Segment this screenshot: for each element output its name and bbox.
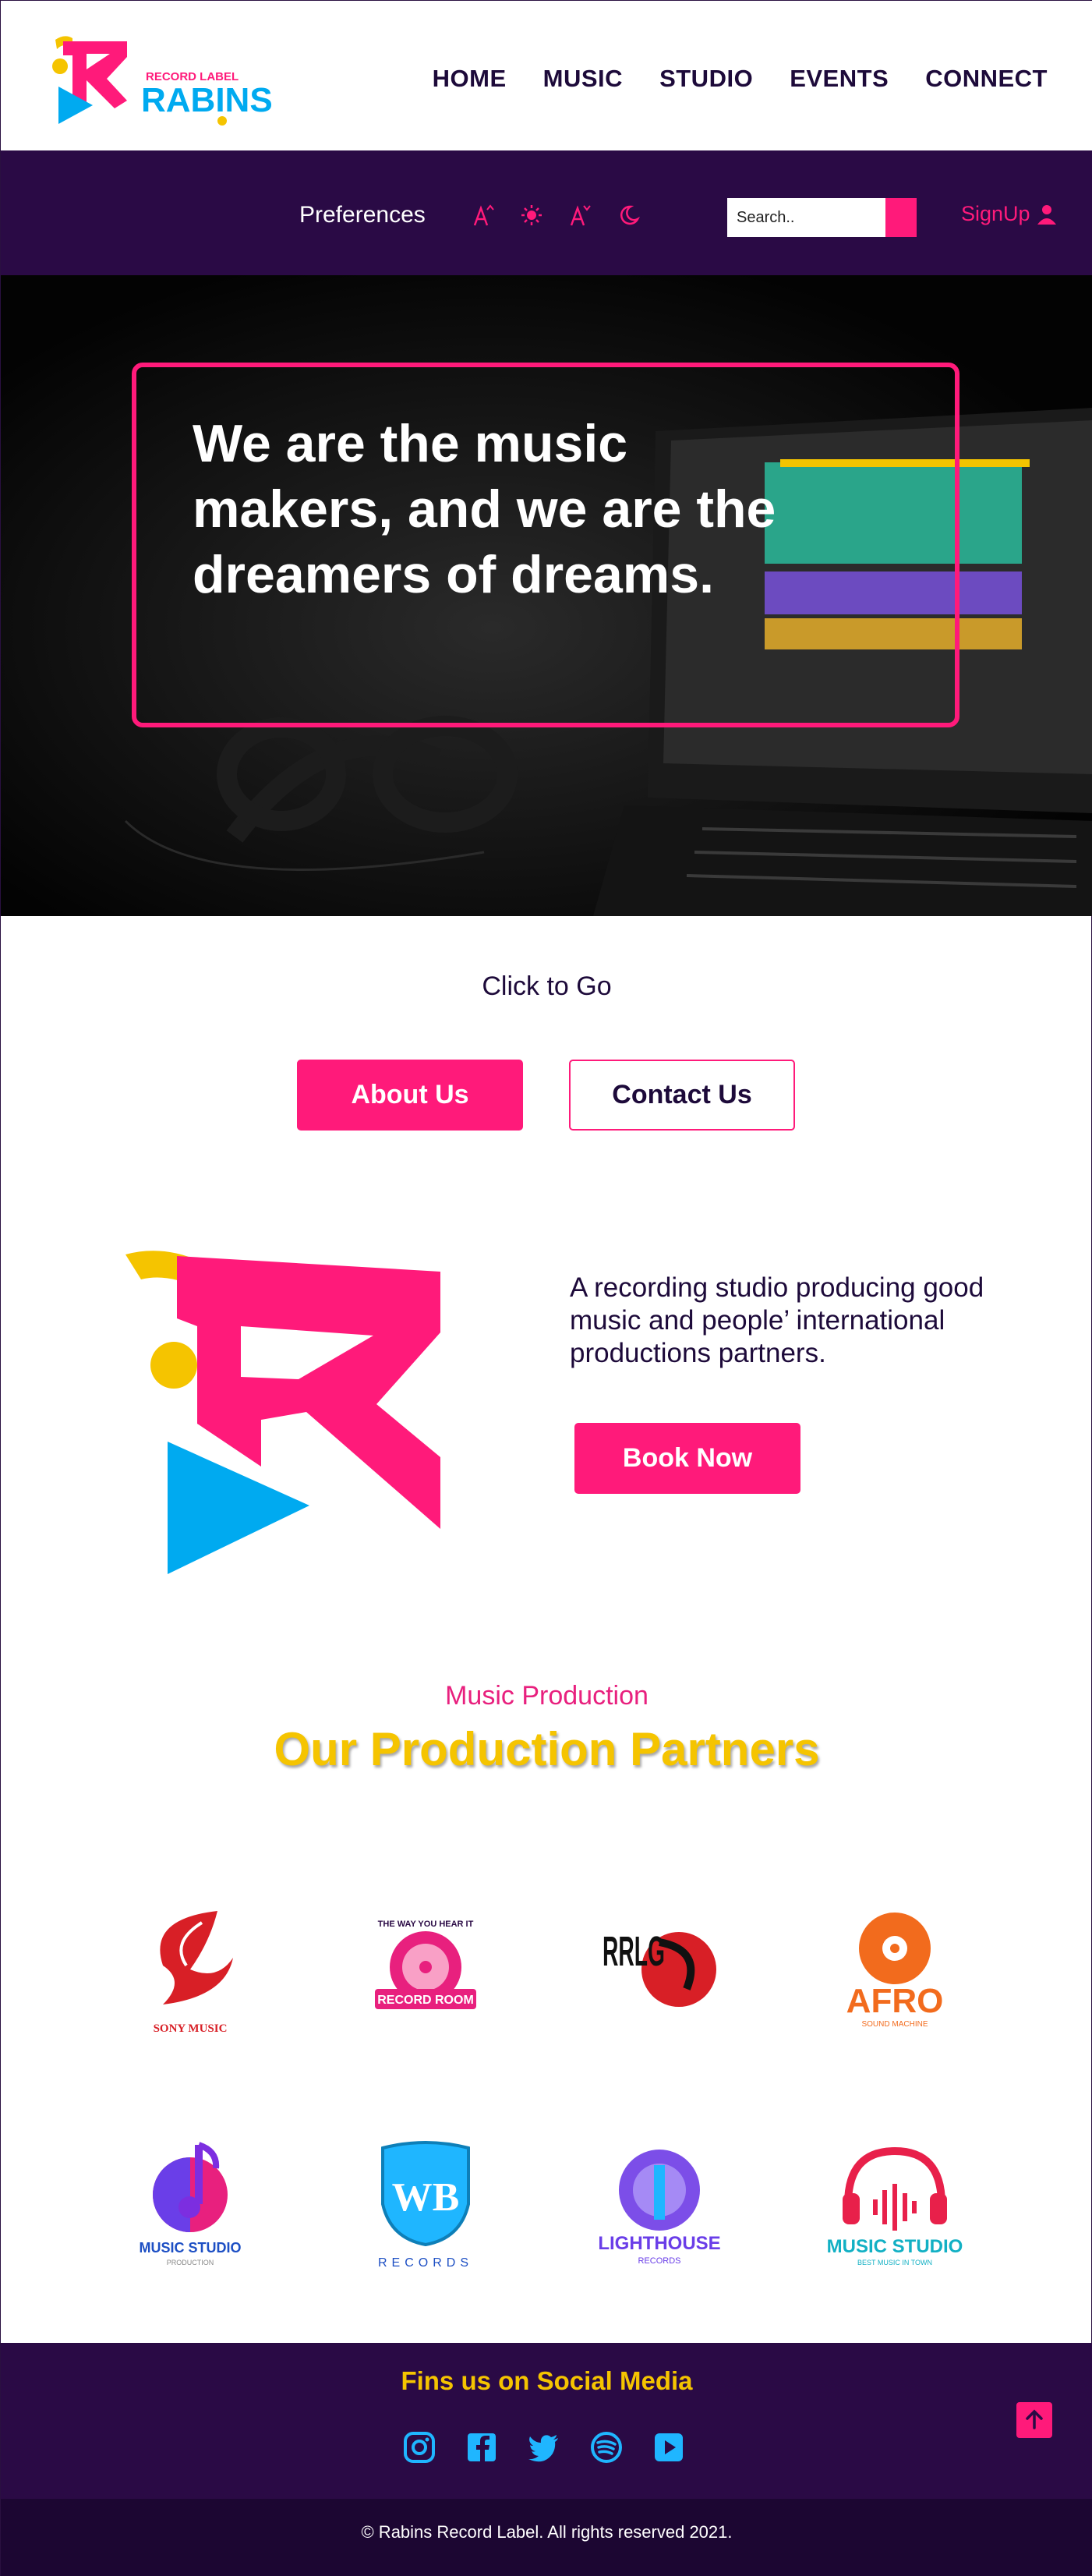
partner-sub: PRODUCTION [167, 2259, 214, 2266]
contact-us-button[interactable]: Contact Us [569, 1060, 795, 1131]
youtube-icon[interactable] [652, 2430, 686, 2465]
preferences-label: Preferences [299, 202, 426, 228]
partner-name: RRLG [603, 1928, 665, 1975]
main-nav: HOME MUSIC STUDIO EVENTS CONNECT [433, 65, 1048, 93]
book-now-button[interactable]: Book Now [574, 1423, 800, 1494]
about-us-button[interactable]: About Us [297, 1060, 523, 1131]
partner-top-text: THE WAY YOU HEAR IT [378, 1920, 474, 1929]
hero-headline: We are the music makers, and we are the … [193, 414, 776, 604]
about-description: A recording studio producing good music … [570, 1272, 984, 1368]
partner-name: LIGHTHOUSE [598, 2233, 720, 2254]
partner-sub: BEST MUSIC IN TOWN [857, 2259, 932, 2266]
partner-sub: RECORDS [378, 2256, 473, 2270]
partner-name: RECORD ROOM [377, 1994, 474, 2007]
partner-logo-record-room[interactable]: THE WAY YOU HEAR IT RECORD ROOM [352, 1895, 500, 2043]
partner-name: SONY MUSIC [154, 2022, 228, 2035]
facebook-icon[interactable] [465, 2430, 499, 2465]
signup-label: SignUp [961, 202, 1030, 225]
partner-logo-music-studio[interactable]: MUSIC STUDIO BEST MUSIC IN TOWN [821, 2129, 969, 2277]
arrow-up-icon [1026, 2409, 1043, 2429]
social-section: Fins us on Social Media [1, 2343, 1092, 2499]
nav-music[interactable]: MUSIC [543, 65, 623, 93]
partner-logo-sony-music[interactable]: SONY MUSIC [116, 1895, 264, 2043]
social-title: Fins us on Social Media [401, 2366, 693, 2395]
nav-studio[interactable]: STUDIO [659, 65, 753, 93]
nav-connect[interactable]: CONNECT [925, 65, 1048, 93]
increase-font-icon[interactable] [472, 203, 495, 227]
back-to-top-button[interactable] [1015, 2401, 1054, 2440]
hero-banner: We are the music makers, and we are the … [1, 275, 1092, 916]
partner-logo-afro[interactable]: AFRO SOUND MACHINE [821, 1895, 969, 2043]
partners-title: Our Production Partners [274, 1723, 820, 1775]
brand-logo-large [125, 1248, 453, 1576]
logo-name: RABINS [141, 81, 273, 119]
partner-name: MUSIC STUDIO [139, 2240, 241, 2256]
partners-subtitle: Music Production [445, 1681, 648, 1711]
partner-name: MUSIC STUDIO [827, 2236, 963, 2257]
search-button[interactable] [885, 198, 917, 237]
social-icons [402, 2430, 686, 2465]
nav-home[interactable]: HOME [433, 65, 507, 93]
search-input[interactable] [727, 198, 885, 237]
preferences-bar: Preferences SignUp [1, 150, 1092, 275]
decrease-font-icon[interactable] [568, 203, 592, 227]
user-icon [1037, 204, 1056, 225]
brand-logo[interactable]: RECORD LABEL RABINS [49, 32, 275, 133]
partner-sub: RECORDS [638, 2256, 680, 2266]
twitter-icon[interactable] [527, 2430, 561, 2465]
copyright-text: © Rabins Record Label. All rights reserv… [361, 2522, 733, 2542]
nav-events[interactable]: EVENTS [790, 65, 889, 93]
partner-sub: SOUND MACHINE [861, 2020, 928, 2029]
partner-logo-wb-records[interactable]: WB RECORDS [352, 2129, 500, 2277]
copyright-bar: © Rabins Record Label. All rights reserv… [1, 2499, 1092, 2576]
partner-logo-music-studio-production[interactable]: MUSIC STUDIO PRODUCTION [116, 2129, 264, 2277]
signup-link[interactable]: SignUp [961, 202, 1058, 226]
partner-logo-rrlg[interactable]: RRLG [585, 1895, 733, 2043]
dark-mode-icon[interactable] [617, 203, 641, 227]
site-header: RECORD LABEL RABINS HOME MUSIC STUDIO EV… [1, 1, 1092, 150]
instagram-icon[interactable] [402, 2430, 436, 2465]
click-to-go-title: Click to Go [482, 971, 612, 1001]
brightness-icon[interactable] [520, 203, 543, 227]
partner-name: WB [392, 2175, 460, 2220]
partner-name: AFRO [846, 1982, 944, 2020]
partner-logo-lighthouse[interactable]: LIGHTHOUSE RECORDS [585, 2129, 733, 2277]
spotify-icon[interactable] [589, 2430, 624, 2465]
